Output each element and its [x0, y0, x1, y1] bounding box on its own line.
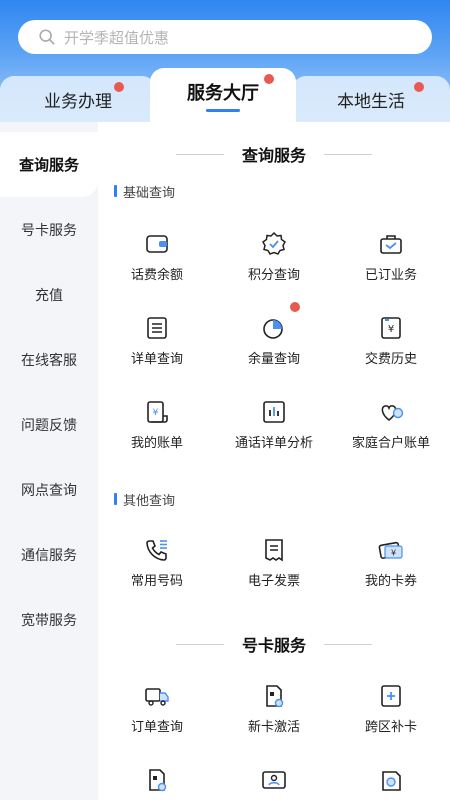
grid-item-order-query[interactable]: 订单查询 [98, 682, 216, 742]
grid-item-label: 常用号码 [130, 574, 183, 589]
sidebar-item-label: 号卡服务 [21, 222, 77, 239]
wallet-icon [146, 235, 168, 253]
notification-dot [414, 82, 424, 92]
sidebar-item-card[interactable]: 号卡服务 [0, 197, 98, 262]
grid-item-my-bill[interactable]: ¥ 我的账单 [98, 398, 216, 458]
sidebar-item-label: 查询服务 [18, 156, 79, 174]
sim-card-icon [149, 769, 167, 792]
grid-item-label: 详单查询 [130, 352, 183, 367]
main-content: 查询服务 基础查询 话费余额 积分查询 已订业务 详单查询 余量查询 ¥ 交费历… [98, 122, 450, 800]
grid-item-label: 电子发票 [247, 574, 300, 589]
tab-label: 服务大厅 [187, 82, 259, 104]
section-title-text: 号卡服务 [241, 636, 306, 655]
sidebar: 查询服务 号卡服务 充值 在线客服 问题反馈 网点查询 通信服务 宽带服务 [0, 122, 98, 800]
list-icon [147, 317, 167, 339]
sidebar-item-online-service[interactable]: 在线客服 [0, 327, 98, 392]
sidebar-item-recharge[interactable]: 充值 [0, 262, 98, 327]
svg-text:¥: ¥ [153, 408, 159, 418]
grid-item-new-card-activate[interactable]: 新卡激活 [215, 682, 333, 742]
sidebar-item-communication[interactable]: 通信服务 [0, 522, 98, 587]
grid-item-e-invoice[interactable]: 电子发票 [215, 536, 333, 596]
grid-item-label: 积分查询 [247, 268, 300, 283]
grid-item-label: 订单查询 [130, 720, 183, 735]
sidebar-item-label: 在线客服 [21, 352, 77, 369]
top-tabs: 业务办理 本地生活 服务大厅 [0, 68, 450, 122]
grid-item-partial[interactable] [332, 766, 450, 800]
invoice-icon [265, 539, 283, 562]
grid-item-label: 我的账单 [130, 436, 183, 451]
grid-item-label: 跨区补卡 [364, 720, 417, 735]
coupon-icon: ¥ [378, 541, 403, 559]
svg-text:¥: ¥ [391, 549, 396, 558]
pie-chart-icon [263, 319, 283, 339]
id-card-icon [262, 771, 286, 789]
grid-item-label: 通话详单分析 [234, 436, 313, 451]
sidebar-item-outlet[interactable]: 网点查询 [0, 457, 98, 522]
document-icon [382, 771, 401, 791]
sim-activate-icon [266, 685, 284, 708]
grid-item-balance[interactable]: 话费余额 [98, 230, 216, 290]
section-title-card: 号卡服务 [98, 632, 450, 656]
grid-item-label: 已订业务 [364, 268, 417, 283]
section-title-text: 查询服务 [241, 146, 306, 165]
sidebar-item-label: 充值 [35, 287, 63, 304]
tab-business[interactable]: 业务办理 [0, 76, 156, 122]
grid-item-remaining[interactable]: 余量查询 [215, 302, 333, 374]
sidebar-item-label: 宽带服务 [21, 612, 77, 629]
grid-item-my-coupons[interactable]: ¥ 我的卡券 [332, 536, 450, 596]
family-icon [381, 405, 404, 422]
subhead-other: 其他查询 [114, 490, 176, 509]
tab-label: 本地生活 [337, 91, 405, 112]
sidebar-item-broadband[interactable]: 宽带服务 [0, 587, 98, 652]
active-tab-indicator [206, 108, 240, 112]
tab-service-hall[interactable]: 服务大厅 [150, 68, 296, 122]
grid-item-points[interactable]: 积分查询 [215, 230, 333, 290]
sidebar-item-label: 通信服务 [21, 547, 77, 564]
subhead-text: 其他查询 [123, 493, 176, 509]
truck-icon [145, 688, 169, 706]
bar-chart-icon [263, 401, 285, 423]
grid-item-call-analysis[interactable]: 通话详单分析 [215, 398, 333, 458]
notification-dot [114, 82, 124, 92]
grid-item-detail[interactable]: 详单查询 [98, 314, 216, 374]
section-title-query: 查询服务 [98, 142, 450, 166]
bill-icon: ¥ [147, 401, 168, 423]
grid-item-common-numbers[interactable]: 常用号码 [98, 536, 216, 596]
grid-item-subscribed[interactable]: 已订业务 [332, 230, 450, 290]
grid-item-label: 余量查询 [247, 352, 300, 367]
sidebar-item-label: 网点查询 [21, 482, 77, 499]
grid-item-label: 我的卡券 [364, 574, 417, 589]
grid-item-partial[interactable] [98, 766, 216, 800]
sidebar-item-label: 问题反馈 [21, 417, 77, 434]
grid-item-label: 家庭合户账单 [351, 436, 430, 451]
grid-item-partial[interactable] [215, 766, 333, 800]
yen-receipt-icon: ¥ [381, 317, 401, 339]
grid-item-family-bill[interactable]: 家庭合户账单 [332, 398, 450, 458]
notification-dot [290, 302, 300, 312]
subhead-text: 基础查询 [123, 185, 176, 201]
search-placeholder: 开学季超值优惠 [64, 28, 170, 47]
phone-icon [146, 540, 167, 561]
briefcase-icon [380, 235, 402, 254]
sidebar-item-feedback[interactable]: 问题反馈 [0, 392, 98, 457]
grid-item-payment-history[interactable]: ¥ 交费历史 [332, 314, 450, 374]
grid-item-label: 交费历史 [364, 352, 417, 367]
svg-text:¥: ¥ [388, 324, 394, 335]
notification-dot [264, 74, 274, 84]
tab-label: 业务办理 [44, 91, 112, 112]
grid-item-label: 话费余额 [130, 268, 183, 283]
search-bar[interactable]: 开学季超值优惠 [18, 20, 432, 54]
tab-local-life[interactable]: 本地生活 [292, 76, 450, 122]
subhead-basic: 基础查询 [114, 182, 176, 201]
grid-item-cross-region-reissue[interactable]: 跨区补卡 [332, 682, 450, 742]
search-icon [39, 29, 55, 45]
grid-item-label: 新卡激活 [247, 720, 300, 735]
badge-check-icon [262, 231, 286, 255]
add-card-icon [381, 685, 401, 707]
sidebar-item-query[interactable]: 查询服务 [0, 132, 98, 197]
